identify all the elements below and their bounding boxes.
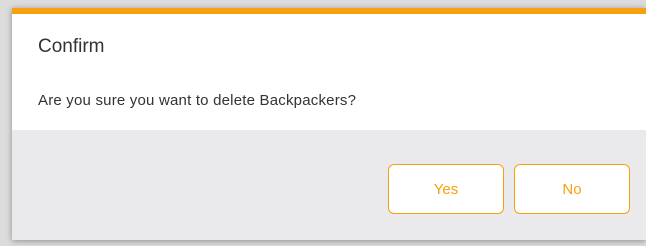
dialog-title: Confirm [38,36,105,57]
no-button[interactable]: No [514,164,630,214]
yes-button[interactable]: Yes [388,164,504,214]
confirm-dialog: Confirm Are you sure you want to delete … [12,8,646,240]
dialog-message: Are you sure you want to delete Backpack… [38,92,357,109]
dialog-footer: Yes No [12,130,646,240]
dialog-accent-bar [12,8,646,14]
